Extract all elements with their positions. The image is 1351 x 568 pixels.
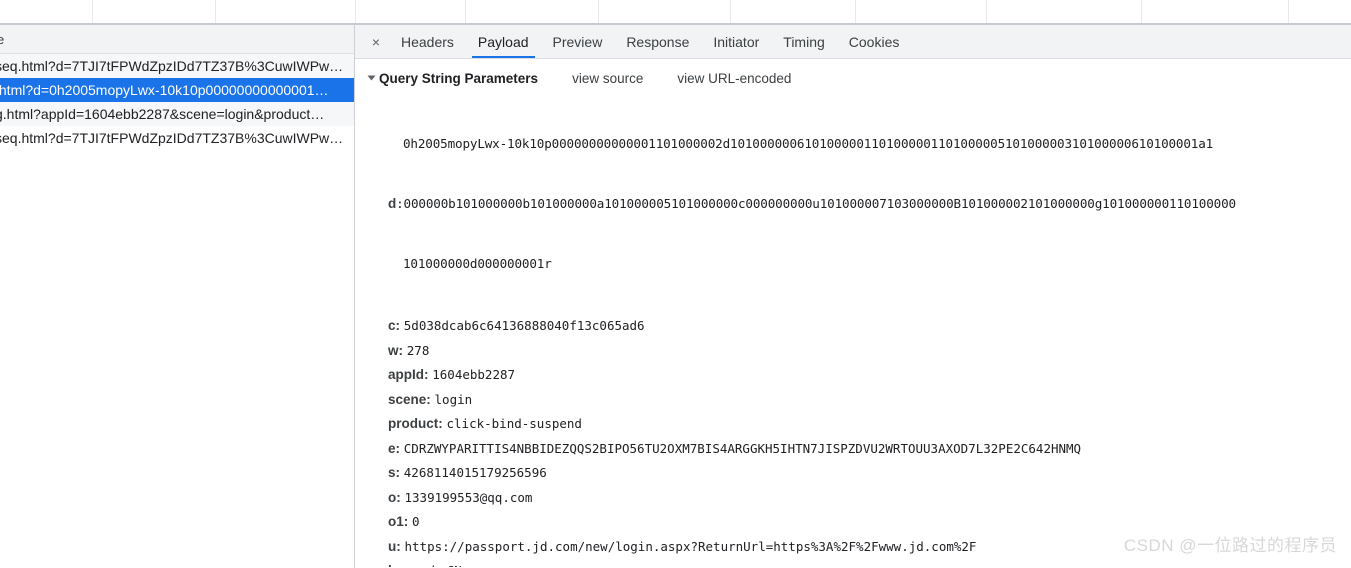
param-row-s: s: 4268114015179256596 — [355, 461, 1351, 486]
column-divider-1 — [215, 0, 216, 23]
param-colon: : — [398, 342, 407, 358]
param-colon: : — [396, 538, 405, 554]
column-divider-0 — [92, 0, 93, 23]
request-list-item[interactable]: seq.html?d=7TJI7tFPWdZpzIDd7TZ37B%3CuwIW… — [0, 126, 354, 150]
param-d-colon: : — [396, 196, 404, 211]
request-list-item-label: .html?d=0h2005mopyLwx-10k10p000000000000… — [0, 82, 329, 98]
param-name-o1: o1 — [388, 514, 404, 529]
detail-tab-bar: × Headers Payload Preview Response Initiator… — [355, 25, 1351, 59]
view-source-link[interactable]: view source — [572, 71, 643, 86]
param-name-c: c — [388, 318, 396, 333]
param-value-u: https://passport.jd.com/new/login.aspx?R… — [404, 538, 977, 554]
param-colon: : — [426, 391, 435, 407]
param-d-line-2-wrapper: d:000000b101000000b101000000a10100000510… — [388, 194, 1351, 214]
param-value-o1: 0 — [412, 514, 420, 529]
column-divider-2 — [355, 0, 356, 23]
tab-timing[interactable]: Timing — [771, 25, 837, 58]
parameter-list: 0h2005mopyLwx-10k10p00000000000001101000… — [355, 94, 1351, 567]
query-string-parameters-header: Query String Parameters view source view… — [355, 68, 1351, 88]
tab-headers[interactable]: Headers — [389, 25, 466, 58]
other-params-container: c: 5d038dcab6c64136888040f13c065ad6 w: 27… — [355, 314, 1351, 567]
param-colon: : — [403, 514, 413, 529]
tab-response[interactable]: Response — [614, 25, 701, 58]
request-list-item-label: seq.html?d=7TJI7tFPWdZpzIDd7TZ37B%3CuwIW… — [0, 130, 344, 146]
param-d-name: d — [388, 196, 397, 211]
request-list-item-label: g.html?appId=1604ebb2287&scene=login&pro… — [0, 106, 325, 122]
network-table-header-strip — [0, 0, 1351, 25]
param-row-e: e: CDRZWYPARITTIS4NBBIDEZQQS2BIPO56TU2OX… — [355, 437, 1351, 462]
param-row-c: c: 5d038dcab6c64136888040f13c065ad6 — [355, 314, 1351, 339]
param-row-lang: lang: zh_CN — [355, 559, 1351, 567]
param-value-product: click-bind-suspend — [446, 416, 582, 431]
request-list-item[interactable]: .html?d=0h2005mopyLwx-10k10p000000000000… — [0, 78, 354, 102]
column-divider-5 — [730, 0, 731, 23]
param-row-w: w: 278 — [355, 339, 1351, 364]
tab-preview[interactable]: Preview — [541, 25, 615, 58]
tabs-container: Headers Payload Preview Response Initiator Ti… — [389, 25, 911, 58]
param-colon: : — [438, 416, 447, 431]
param-colon: : — [416, 563, 424, 567]
param-colon: : — [395, 440, 404, 456]
column-divider-3 — [465, 0, 466, 23]
request-detail-pane: × Headers Payload Preview Response Initiator… — [355, 25, 1351, 568]
param-value-o: 1339199553@qq.com — [404, 489, 533, 505]
param-row-d: 0h2005mopyLwx-10k10p00000000000001101000… — [355, 94, 1351, 314]
param-colon: : — [395, 318, 404, 333]
request-list-column-header[interactable]: e — [0, 25, 354, 54]
param-value-c: 5d038dcab6c64136888040f13c065ad6 — [403, 318, 645, 333]
param-row-appid: appId: 1604ebb2287 — [355, 363, 1351, 388]
param-colon: : — [424, 367, 433, 382]
view-url-encoded-link[interactable]: view URL-encoded — [677, 71, 791, 86]
request-list-item-label: seq.html?d=7TJI7tFPWdZpzIDd7TZ37B%3CuwIW… — [0, 58, 344, 74]
param-name-product: product — [388, 416, 439, 431]
csdn-watermark: CSDN @一位路过的程序员 — [1123, 536, 1337, 555]
param-value-e: CDRZWYPARITTIS4NBBIDEZQQS2BIPO56TU2OXM7B… — [403, 440, 1082, 456]
param-name-scene: scene — [388, 391, 427, 407]
param-colon: : — [396, 489, 405, 505]
payload-body: Query String Parameters view source view… — [355, 59, 1351, 567]
column-divider-4 — [598, 0, 599, 23]
param-value-lang: zh_CN — [424, 563, 462, 567]
param-name-o: o — [388, 489, 397, 505]
param-value-w: 278 — [406, 342, 430, 358]
chevron-down-icon[interactable] — [367, 75, 376, 81]
param-name-appid: appId — [388, 367, 424, 382]
tab-cookies[interactable]: Cookies — [837, 25, 912, 58]
column-divider-9 — [1288, 0, 1289, 23]
param-name-e: e — [388, 440, 396, 456]
param-d-value-line-3: 101000000d000000001r — [403, 256, 552, 271]
column-divider-6 — [855, 0, 856, 23]
param-name-lang: lang — [388, 563, 416, 567]
request-rows-container: seq.html?d=7TJI7tFPWdZpzIDd7TZ37B%3CuwIW… — [0, 54, 354, 150]
param-row-scene: scene: login — [355, 388, 1351, 413]
param-d-value-line-2: 000000b101000000b101000000a1010000051010… — [403, 196, 1237, 211]
param-d-value-line-1: 0h2005mopyLwx-10k10p00000000000001101000… — [403, 136, 1214, 151]
param-name-u: u — [388, 538, 397, 554]
param-value-scene: login — [434, 391, 473, 407]
request-list-column-header-label: e — [0, 32, 4, 47]
column-divider-8 — [1141, 0, 1142, 23]
query-string-parameters-title: Query String Parameters — [379, 70, 539, 86]
request-list-item[interactable]: seq.html?d=7TJI7tFPWdZpzIDd7TZ37B%3CuwIW… — [0, 54, 354, 78]
param-row-product: product: click-bind-suspend — [355, 412, 1351, 437]
param-row-o: o: 1339199553@qq.com — [355, 486, 1351, 511]
column-divider-7 — [986, 0, 987, 23]
param-name-s: s — [388, 465, 396, 480]
param-value-appid: 1604ebb2287 — [432, 367, 516, 382]
request-list-panel: e seq.html?d=7TJI7tFPWdZpzIDd7TZ37B%3Cuw… — [0, 25, 355, 568]
tab-payload[interactable]: Payload — [466, 25, 541, 58]
param-colon: : — [395, 465, 404, 480]
param-name-w: w — [388, 342, 399, 358]
param-value-s: 4268114015179256596 — [403, 465, 547, 480]
request-list-item[interactable]: g.html?appId=1604ebb2287&scene=login&pro… — [0, 102, 354, 126]
tab-initiator[interactable]: Initiator — [701, 25, 771, 58]
close-icon[interactable]: × — [363, 25, 389, 58]
